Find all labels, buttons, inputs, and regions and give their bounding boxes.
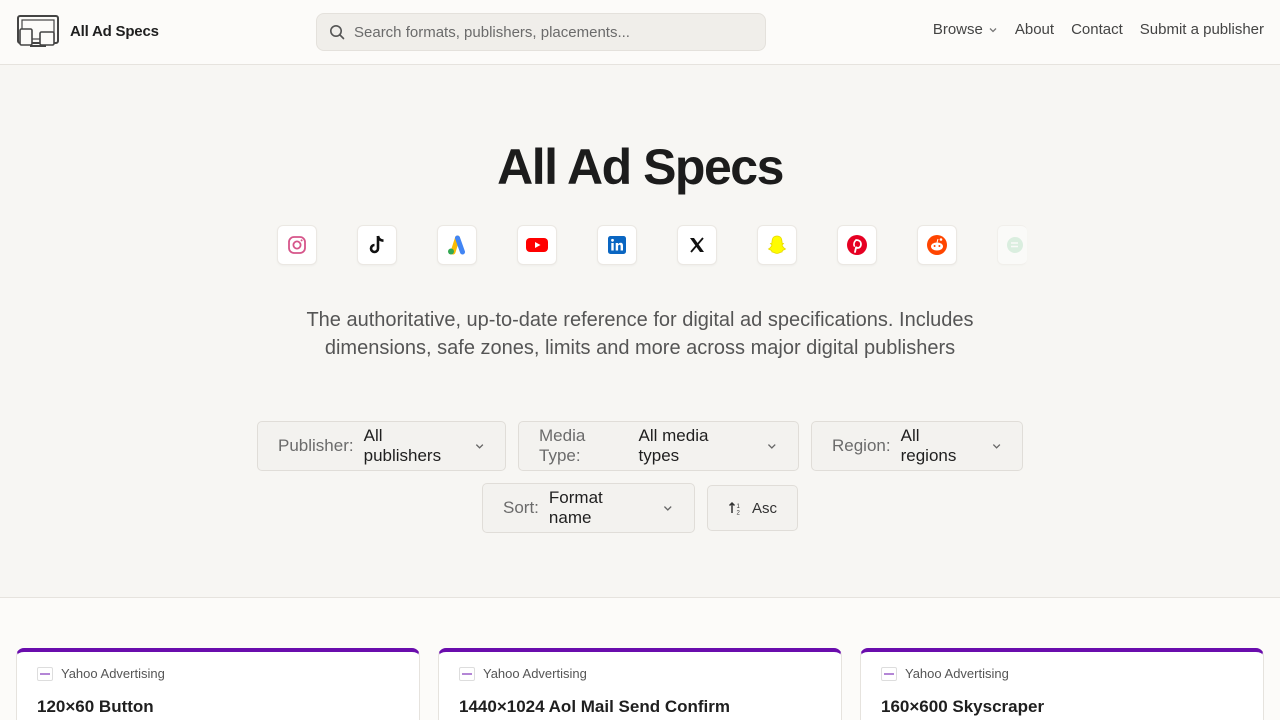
card-publisher-name: Yahoo Advertising [61, 666, 165, 681]
publisher-filter[interactable]: Publisher: All publishers [257, 421, 506, 471]
sort-filter-value: Format name [548, 488, 603, 527]
x-icon[interactable] [677, 225, 717, 265]
page-title: All Ad Specs [497, 139, 784, 195]
card-title: 160×600 Skyscraper [881, 697, 1045, 716]
search-icon [330, 25, 345, 40]
logo-text: All Ad Specs [70, 22, 159, 40]
publisher-filter-value: All publishers [363, 426, 442, 465]
linkedin-icon[interactable] [597, 225, 637, 265]
search-bar[interactable] [316, 13, 766, 51]
devices-logo-icon [17, 15, 59, 47]
yahoo-logo-icon [459, 666, 475, 681]
media-type-filter-value: All media types [638, 426, 709, 465]
card-publisher: Yahoo Advertising [881, 666, 1243, 681]
chevron-down-icon [475, 444, 484, 449]
nav-contact[interactable]: Contact [1071, 21, 1123, 38]
card-publisher-name: Yahoo Advertising [483, 666, 587, 681]
main-nav: Browse About Contact Submit a publisher [933, 21, 1264, 38]
sort-order-label: Asc [751, 499, 777, 517]
results-section: Yahoo Advertising 120×60 Button Yahoo Ad… [0, 597, 1280, 720]
nav-browse[interactable]: Browse [933, 21, 998, 38]
top-header: All Ad Specs Browse About Contact Submit… [0, 0, 1280, 65]
card-title: 1440×1024 Aol Mail Send Confirm [459, 697, 730, 716]
sort-filter-label: Sort: [503, 498, 539, 517]
partial-green-icon[interactable] [997, 225, 1027, 265]
sort-order-button[interactable]: 12 Asc [707, 485, 798, 531]
chevron-down-icon [664, 506, 673, 511]
spec-card[interactable]: Yahoo Advertising 120×60 Button [16, 648, 420, 720]
site-logo[interactable]: All Ad Specs [16, 14, 159, 48]
sort-ascending-icon: 12 [728, 501, 740, 517]
google-ads-icon[interactable] [437, 225, 477, 265]
publisher-filter-label: Publisher: [278, 436, 354, 455]
nav-submit-publisher[interactable]: Submit a publisher [1140, 21, 1264, 38]
chevron-down-icon [989, 27, 997, 32]
media-type-filter[interactable]: Media Type: All media types [518, 421, 799, 471]
reddit-icon[interactable] [917, 225, 957, 265]
svg-text:1: 1 [736, 504, 740, 510]
yahoo-logo-icon [37, 666, 53, 681]
tiktok-icon[interactable] [357, 225, 397, 265]
nav-browse-label: Browse [932, 21, 983, 38]
region-filter-value: All regions [900, 426, 957, 465]
card-publisher: Yahoo Advertising [459, 666, 821, 681]
media-type-filter-label: Media Type: [539, 426, 586, 465]
card-publisher-name: Yahoo Advertising [905, 666, 1009, 681]
hero-tagline: The authoritative, up-to-date reference … [306, 309, 974, 359]
sort-filter[interactable]: Sort: Format name [482, 483, 695, 533]
youtube-icon[interactable] [517, 225, 557, 265]
spec-card[interactable]: Yahoo Advertising 1440×1024 Aol Mail Sen… [438, 648, 842, 720]
yahoo-logo-icon [881, 666, 897, 681]
nav-about[interactable]: About [1015, 21, 1054, 38]
region-filter[interactable]: Region: All regions [811, 421, 1023, 471]
region-filter-label: Region: [832, 436, 891, 455]
chevron-down-icon [992, 444, 1001, 449]
pinterest-icon[interactable] [837, 225, 877, 265]
svg-text:2: 2 [736, 511, 740, 517]
instagram-icon[interactable] [277, 225, 317, 265]
card-title: 120×60 Button [37, 697, 154, 716]
spec-card[interactable]: Yahoo Advertising 160×600 Skyscraper [860, 648, 1264, 720]
card-publisher: Yahoo Advertising [37, 666, 399, 681]
chevron-down-icon [768, 444, 777, 449]
snapchat-icon[interactable] [757, 225, 797, 265]
search-input[interactable] [354, 23, 754, 41]
